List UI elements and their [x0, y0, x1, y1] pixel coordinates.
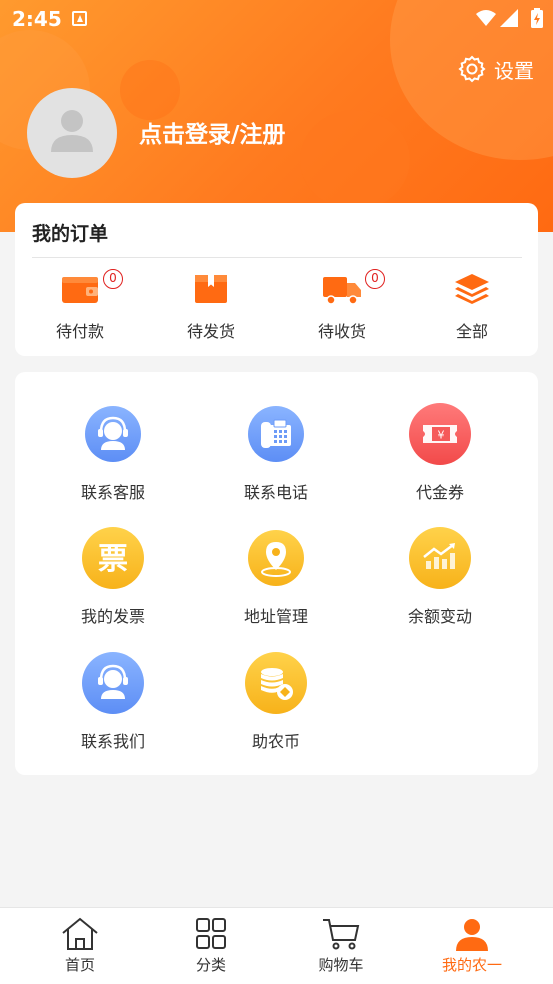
decorative-circle: [120, 60, 180, 120]
service-label: 联系客服: [80, 483, 145, 502]
service-label: 地址管理: [243, 607, 308, 626]
service-voucher[interactable]: ¥ 代金券: [360, 403, 520, 513]
order-pending-receipt[interactable]: 0 待收货: [287, 265, 397, 345]
wallet-icon: [62, 277, 98, 303]
service-contact-us[interactable]: 联系我们: [33, 652, 193, 762]
user-placeholder-icon: [51, 110, 93, 152]
service-customer-service[interactable]: 联系客服: [33, 403, 193, 513]
order-label: 待发货: [186, 322, 235, 341]
grid-icon: [196, 918, 226, 949]
service-farm-coin[interactable]: 助农币: [196, 652, 356, 762]
trend-chart-icon: [409, 527, 471, 589]
tab-label: 分类: [195, 956, 226, 974]
service-label: 联系电话: [243, 483, 308, 502]
tab-home[interactable]: 首页: [11, 908, 149, 984]
tab-label: 首页: [64, 956, 95, 974]
cart-icon: [323, 919, 360, 950]
decorative-circle: [300, 110, 410, 210]
my-orders-card: 我的订单 0 待付款 待发货 0 待收货 全部: [15, 203, 538, 356]
location-pin-icon: [248, 530, 304, 586]
battery-icon: [531, 8, 543, 28]
coin-stack-icon: [245, 652, 307, 714]
telephone-icon: [248, 406, 304, 462]
box-icon: [195, 275, 227, 303]
invoice-glyph: 票: [98, 542, 128, 577]
service-label: 联系我们: [80, 732, 145, 751]
service-label: 我的发票: [80, 607, 145, 626]
bottom-tab-bar: 首页 分类 购物车 我的农一: [0, 907, 553, 984]
login-register-link[interactable]: 点击登录/注册: [139, 115, 285, 149]
order-pending-shipment[interactable]: 待发货: [156, 265, 266, 345]
yen-glyph: ¥: [438, 429, 445, 442]
order-label: 全部: [455, 322, 488, 341]
avatar[interactable]: [27, 88, 117, 178]
signal-icon: [500, 9, 518, 27]
order-pending-payment[interactable]: 0 待付款: [25, 265, 135, 345]
service-invoice[interactable]: 票 我的发票: [33, 527, 193, 637]
layers-icon: [455, 274, 489, 304]
unread-badge: 0: [103, 269, 123, 289]
service-balance-change[interactable]: 余额变动: [360, 527, 520, 637]
tab-category[interactable]: 分类: [142, 908, 280, 984]
unread-badge: 0: [365, 269, 385, 289]
truck-icon: [323, 277, 361, 305]
home-icon: [62, 917, 98, 950]
service-label: 代金券: [415, 483, 464, 502]
wifi-icon: [476, 10, 496, 26]
notification-icon: [72, 11, 87, 26]
services-card: 联系客服 联系电话 ¥ 代金券 票 我的发票 地址管理 余额变动 联系我们 助农…: [15, 372, 538, 775]
profile-header: 2:45 设置 点击登录/注册: [0, 0, 553, 232]
settings-label: 设置: [494, 58, 534, 83]
status-time: 2:45: [12, 7, 62, 31]
service-address[interactable]: 地址管理: [196, 527, 356, 637]
divider: [32, 257, 522, 258]
gear-icon: [458, 55, 486, 83]
settings-button[interactable]: 设置: [458, 55, 534, 83]
order-label: 待收货: [317, 322, 366, 341]
tab-cart[interactable]: 购物车: [272, 908, 410, 984]
status-bar: 2:45: [0, 0, 553, 38]
order-all[interactable]: 全部: [417, 265, 527, 345]
service-telephone[interactable]: 联系电话: [196, 403, 356, 513]
order-label: 待付款: [55, 322, 104, 341]
service-label: 助农币: [251, 732, 300, 751]
invoice-icon: 票: [82, 527, 144, 589]
tab-label: 购物车: [318, 956, 364, 974]
orders-title: 我的订单: [32, 223, 109, 245]
support-agent-icon: [82, 652, 144, 714]
customer-service-icon: [85, 406, 141, 462]
voucher-icon: ¥: [409, 403, 471, 465]
tab-label: 我的农一: [441, 956, 502, 974]
user-icon: [456, 919, 488, 951]
tab-mine[interactable]: 我的农一: [403, 908, 541, 984]
service-label: 余额变动: [407, 607, 472, 626]
